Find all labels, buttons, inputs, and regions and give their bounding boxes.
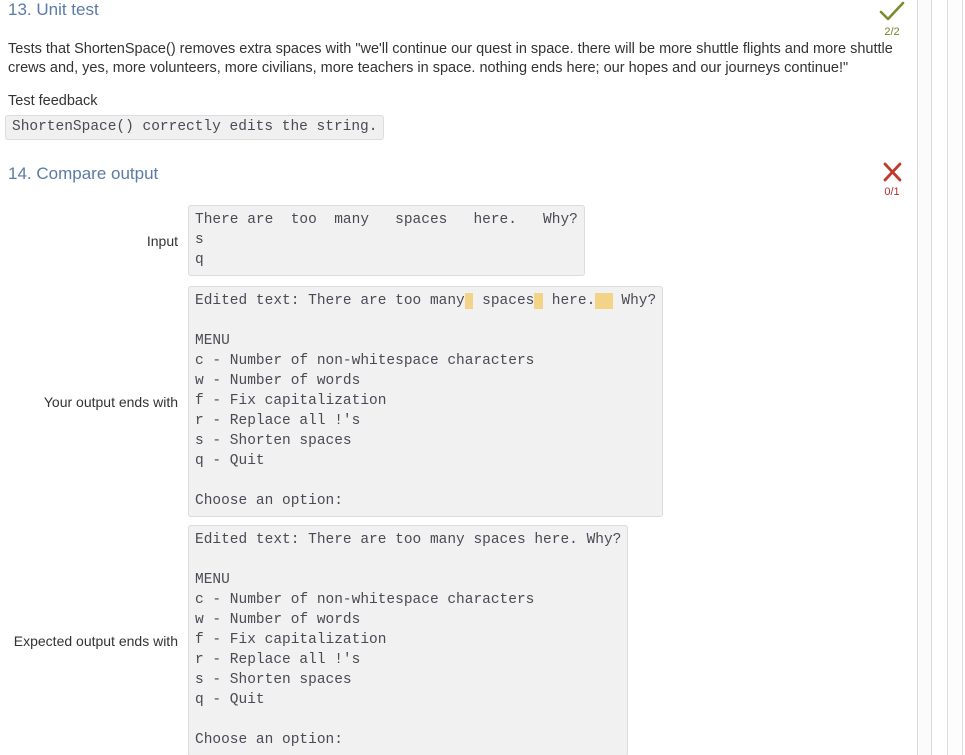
section-heading-unit-test: 13. Unit test <box>8 0 99 19</box>
extra-space-highlight <box>595 293 613 309</box>
your-output-value-box: Edited text: There are too many spaces h… <box>188 286 664 517</box>
test-feedback-label: Test feedback <box>8 93 98 109</box>
input-label: Input <box>146 232 178 249</box>
vertical-scrollbar-inner[interactable] <box>917 0 932 755</box>
extra-space-highlight <box>534 293 544 309</box>
expected-output-label: Expected output ends with <box>13 632 178 649</box>
compare-row-expected-output: Expected output ends with Edited text: T… <box>0 525 629 755</box>
vertical-scrollbar-outer[interactable] <box>947 0 963 755</box>
checkmark-icon <box>862 0 917 24</box>
output-text-segment: here. <box>543 293 596 309</box>
output-text-segment: Why? <box>612 293 657 309</box>
test-feedback-output: ShortenSpace() correctly edits the strin… <box>5 115 385 140</box>
compare-row-your-output: Your output ends with Edited text: There… <box>0 286 664 517</box>
output-text-segment: Edited text: There are too many <box>195 293 465 309</box>
status-block-section-14: 0/1 <box>862 160 917 198</box>
compare-row-input: Input There are too many spaces here. Wh… <box>0 205 585 276</box>
section-heading-compare-output: 14. Compare output <box>8 164 159 183</box>
output-text-segment: spaces <box>473 293 535 309</box>
assignment-content-pane: 13. Unit test 2/2 Tests that ShortenSpac… <box>0 0 917 755</box>
score-label-section-14: 0/1 <box>884 186 900 198</box>
score-label-section-13: 2/2 <box>884 26 900 38</box>
unit-test-description: Tests that ShortenSpace() removes extra … <box>8 41 893 76</box>
scrollbar-gutter[interactable] <box>917 0 965 755</box>
expected-output-value-box: Edited text: There are too many spaces h… <box>188 525 629 755</box>
input-value-box: There are too many spaces here. Why? s q <box>188 205 585 276</box>
status-block-section-13: 2/2 <box>862 0 917 38</box>
cross-icon <box>862 160 917 184</box>
your-output-label: Your output ends with <box>43 393 178 410</box>
